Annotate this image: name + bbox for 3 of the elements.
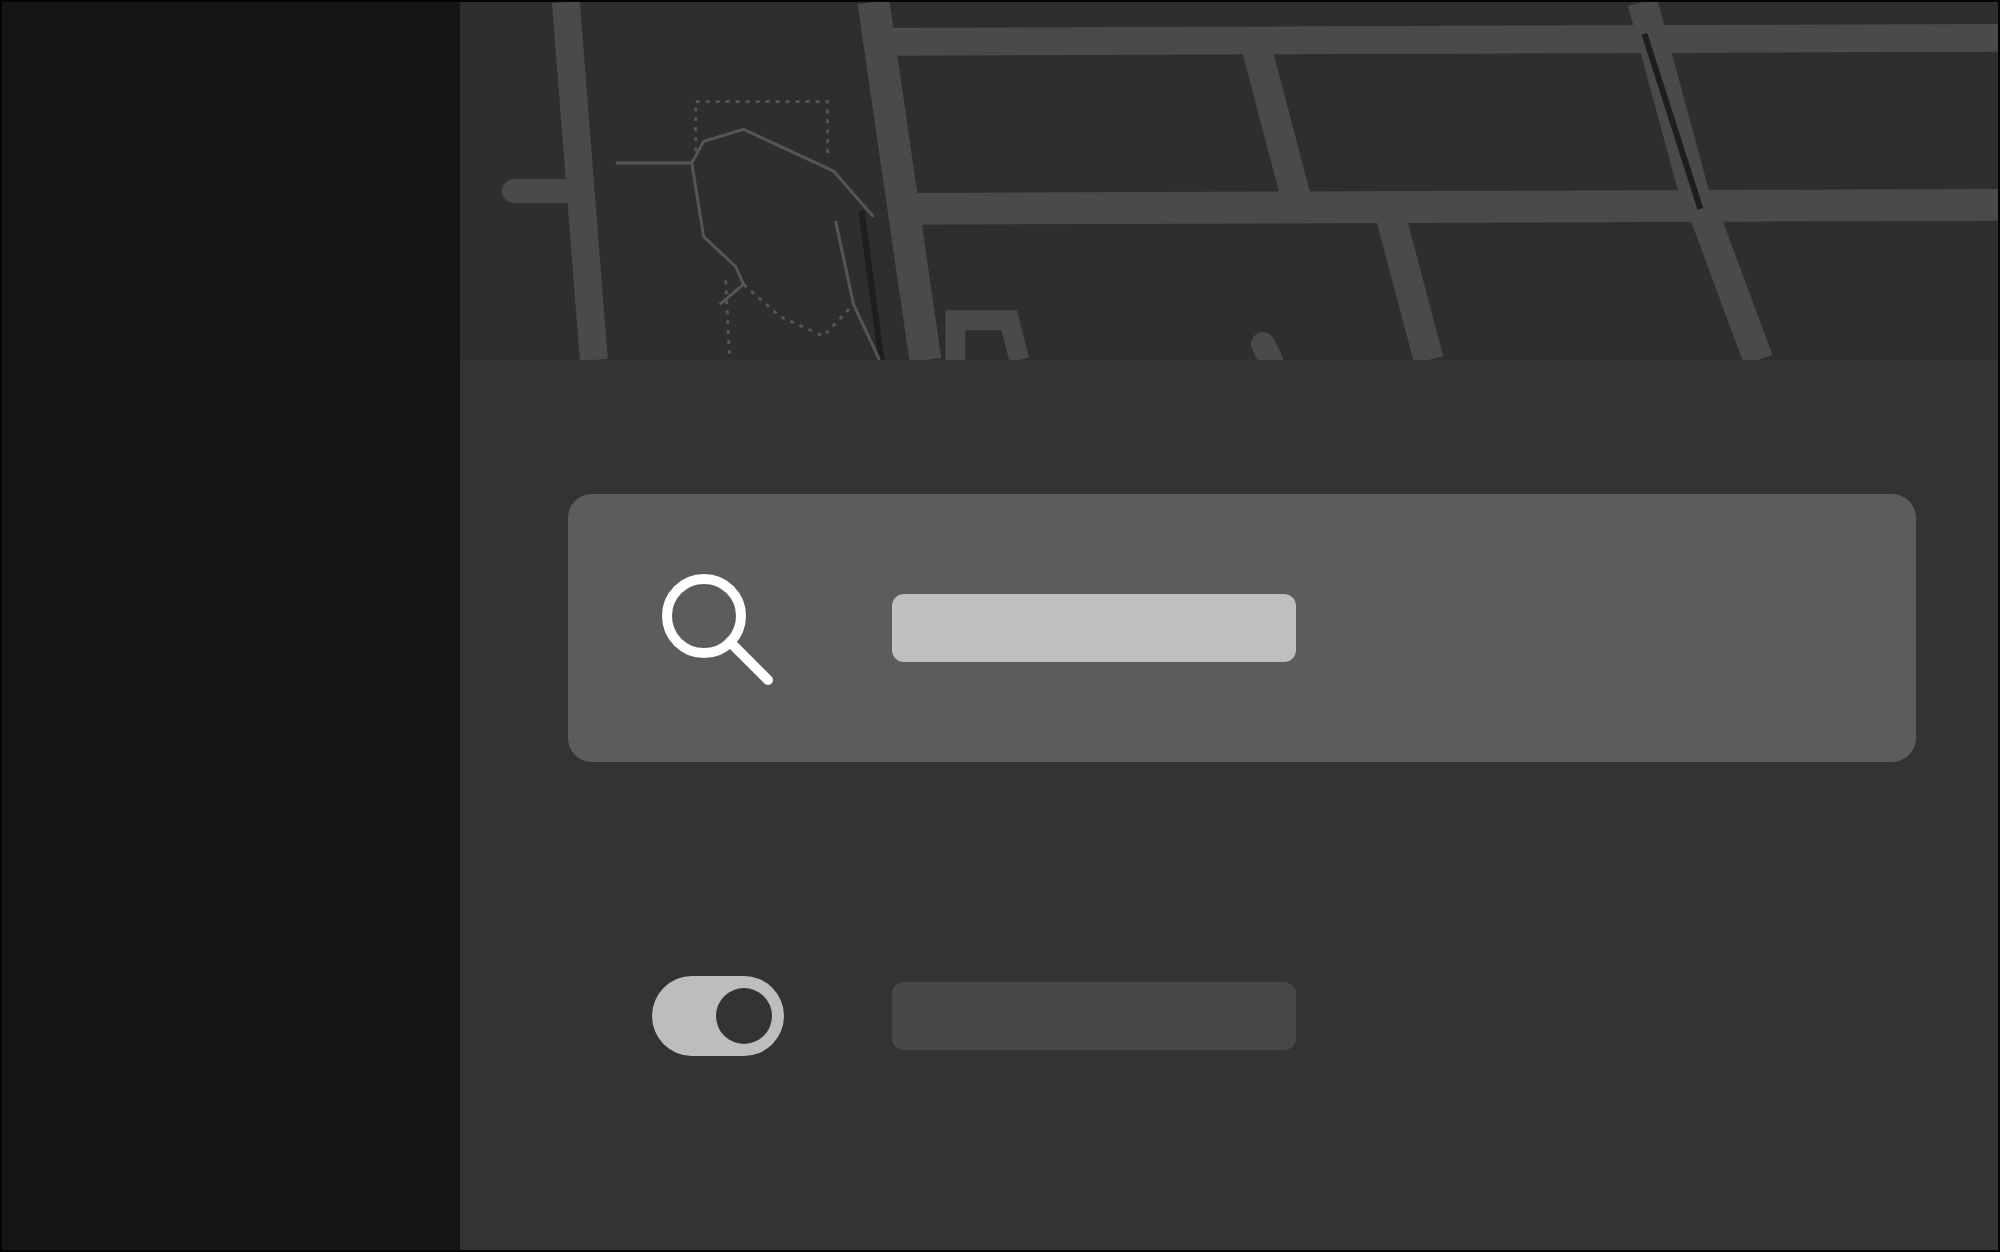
search-field[interactable]	[568, 494, 1916, 762]
search-icon	[660, 572, 776, 688]
toggle-switch[interactable]	[652, 976, 784, 1056]
